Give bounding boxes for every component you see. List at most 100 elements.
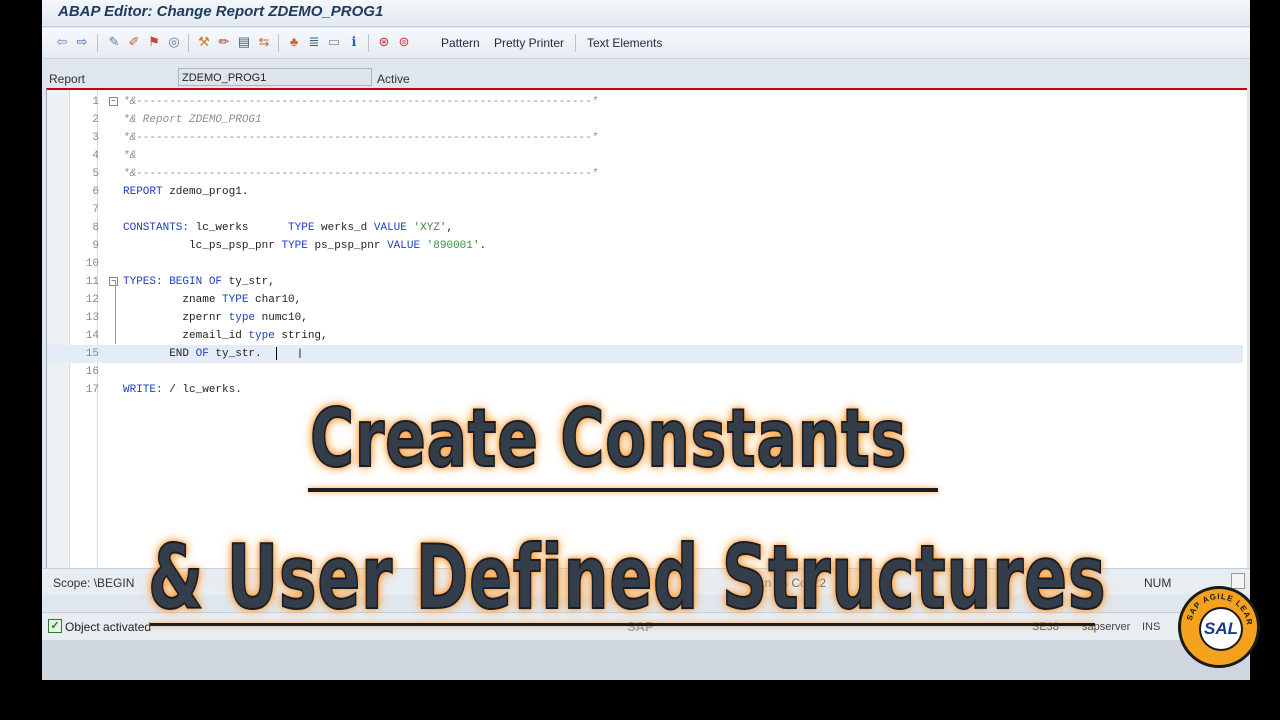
code-line[interactable]: 9 lc_ps_psp_pnr TYPE ps_psp_pnr VALUE '8… — [47, 237, 1243, 255]
code-line[interactable]: 5 *&------------------------------------… — [47, 165, 1243, 183]
display-object-list-icon[interactable]: ♣ — [286, 34, 302, 50]
info-icon[interactable]: ℹ — [346, 34, 362, 50]
line-number: 1 — [92, 96, 99, 108]
identifier: ty_str. — [208, 348, 262, 360]
title-bar: ABAP Editor: Change Report ZDEMO_PROG1 — [42, 0, 1250, 27]
keyword: TYPE — [281, 240, 308, 252]
line-number: 8 — [92, 222, 99, 234]
line-number: 9 — [92, 240, 99, 252]
identifier: / lc_werks. — [162, 384, 242, 396]
code-line[interactable]: 7 — [47, 201, 1243, 219]
line-number: 3 — [92, 132, 99, 144]
overlay-underline — [308, 488, 938, 492]
code-line[interactable]: 6 REPORT zdemo_prog1. — [47, 183, 1243, 201]
line-number: 10 — [85, 258, 99, 270]
active-inactive-icon[interactable]: ⚑ — [146, 34, 162, 50]
sap-agile-learners-logo: SAP AGILE LEARNERS SAL — [1178, 586, 1260, 668]
code-text: *&--------------------------------------… — [123, 96, 599, 108]
success-check-icon: ✓ — [48, 619, 62, 633]
back-arrow-icon[interactable]: ⇦ — [54, 34, 70, 50]
set-breakpoint-icon[interactable]: ⊛ — [376, 34, 392, 50]
line-number: 11 — [85, 276, 99, 288]
code-text: *& — [123, 150, 137, 162]
toolbar-separator — [278, 34, 279, 52]
keyword: VALUE — [373, 222, 407, 234]
keyword: CONSTANTS: — [123, 222, 190, 234]
code-line[interactable]: 13 zpernr type numc10, — [47, 309, 1243, 327]
string-literal: 'XYZ' — [406, 222, 447, 234]
keyword: VALUE — [387, 240, 421, 252]
code-line[interactable]: 4 *& — [47, 147, 1243, 165]
code-text: *&--------------------------------------… — [123, 132, 599, 144]
code-line[interactable]: 11 − TYPES: BEGIN OF ty_str, — [47, 273, 1243, 291]
overlay-title-line-1: Create Constants — [309, 391, 908, 486]
overlay-underline — [150, 623, 1095, 626]
code-line[interactable]: 8 CONSTANTS: lc_werks TYPE werks_d VALUE… — [47, 219, 1243, 237]
navigation-window-icon[interactable]: ≣ — [306, 34, 322, 50]
identifier: string, — [274, 330, 328, 342]
code-line[interactable]: 10 — [47, 255, 1243, 273]
code-editor[interactable]: 1 − *&----------------------------------… — [46, 88, 1247, 570]
activate-icon[interactable]: ⚒ — [196, 34, 212, 50]
line-number: 6 — [92, 186, 99, 198]
forward-arrow-icon[interactable]: ⇨ — [74, 34, 90, 50]
keyword: TYPE — [288, 222, 315, 234]
overlay-title-line-2: & User Defined Structures — [147, 525, 1107, 630]
code-text: *&--------------------------------------… — [123, 168, 599, 180]
help-icon[interactable]: ⊜ — [396, 34, 412, 50]
breakpoint-icon[interactable]: ▭ — [326, 34, 342, 50]
code-line[interactable]: 1 − *&----------------------------------… — [47, 93, 1243, 111]
code-line[interactable]: 16 — [47, 363, 1243, 381]
identifier: zname — [123, 294, 223, 306]
status-message: Object activated — [65, 620, 152, 634]
check-icon[interactable]: ◎ — [166, 34, 182, 50]
pattern-button[interactable]: Pattern — [441, 36, 480, 50]
resize-grip-icon[interactable] — [1231, 573, 1245, 589]
code-line[interactable]: 2 *& Report ZDEMO_PROG1 — [47, 111, 1243, 129]
logo-initials: SAL — [1204, 619, 1238, 638]
identifier: ps_psp_pnr — [307, 240, 388, 252]
pretty-printer-button[interactable]: Pretty Printer — [494, 36, 564, 50]
code-text: lc_ps_psp_pnr TYPE ps_psp_pnr VALUE '890… — [123, 237, 486, 255]
text-caret — [276, 347, 277, 360]
toolbar-separator — [97, 34, 98, 52]
object-list-icon[interactable]: ⇆ — [256, 34, 272, 50]
punctuation: . — [479, 240, 487, 252]
keyword: type — [248, 330, 275, 342]
code-line[interactable]: 14 zemail_id type string, — [47, 327, 1243, 345]
application-toolbar: ⇦ ⇨ ✎ ✐ ⚑ ◎ ⚒ ✏ ▤ ⇆ ♣ ≣ ▭ ℹ ⊛ ⊜ Pattern … — [42, 28, 1250, 59]
line-number: 4 — [92, 150, 99, 162]
identifier: numc10, — [255, 312, 308, 324]
insert-mode: INS — [1142, 621, 1161, 633]
report-status: Active — [377, 72, 410, 86]
code-text: CONSTANTS: lc_werks TYPE werks_d VALUE '… — [123, 219, 453, 237]
identifier: lc_ps_psp_pnr — [123, 240, 282, 252]
code-line[interactable]: 12 zname TYPE char10, — [47, 291, 1243, 309]
line-number: 13 — [85, 312, 99, 324]
text-elements-button[interactable]: Text Elements — [587, 36, 662, 50]
test-icon[interactable]: ✏ — [216, 34, 232, 50]
code-text: END OF ty_str. — [123, 345, 262, 363]
report-name-field[interactable]: ZDEMO_PROG1 — [178, 68, 372, 86]
display-change-icon[interactable]: ✐ — [126, 34, 142, 50]
code-text: zname TYPE char10, — [123, 291, 301, 309]
current-code-line[interactable]: 15 END OF ty_str. — [47, 345, 1243, 363]
other-object-icon[interactable]: ✎ — [106, 34, 122, 50]
fold-bracket — [115, 280, 116, 344]
identifier: zdemo_prog1. — [162, 186, 249, 198]
window-footer — [42, 640, 1250, 680]
identifier: zemail_id — [123, 330, 249, 342]
code-line[interactable]: 3 *&------------------------------------… — [47, 129, 1243, 147]
line-number: 12 — [85, 294, 99, 306]
report-header: Report ZDEMO_PROG1 Active — [42, 66, 1250, 90]
keyword: type — [228, 312, 256, 324]
string-literal: '890001' — [420, 240, 480, 252]
identifier: char10, — [248, 294, 302, 306]
toolbar-separator — [575, 34, 576, 52]
identifier: ty_str, — [222, 276, 275, 288]
code-text: TYPES: BEGIN OF ty_str, — [123, 273, 275, 291]
window-title: ABAP Editor: Change Report ZDEMO_PROG1 — [58, 3, 384, 20]
fold-toggle-icon[interactable]: − — [109, 97, 118, 106]
where-used-icon[interactable]: ▤ — [236, 34, 252, 50]
fold-toggle-icon[interactable]: − — [109, 277, 118, 286]
